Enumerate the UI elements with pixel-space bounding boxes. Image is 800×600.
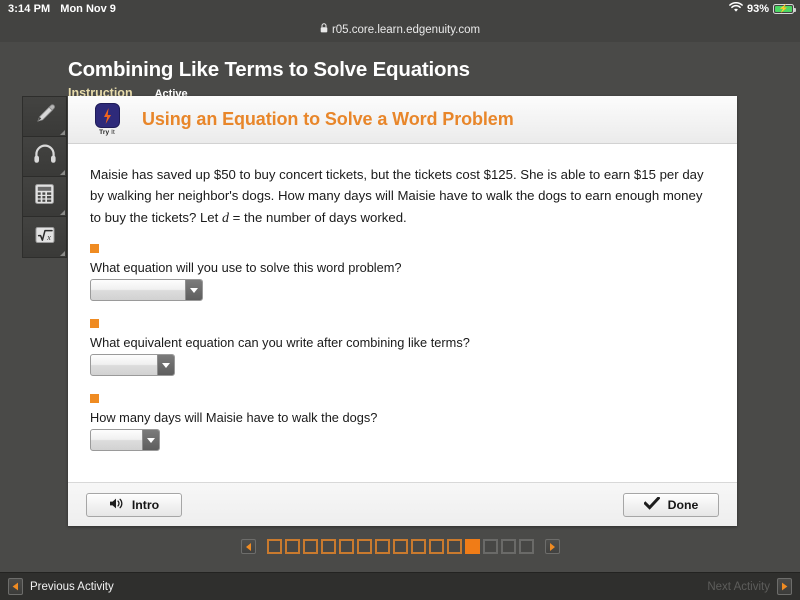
card-header: Try It Using an Equation to Solve a Word… [68, 96, 737, 144]
intro-button[interactable]: Intro [86, 492, 182, 517]
pager-step-current[interactable] [464, 539, 480, 554]
next-activity-button: Next Activity [707, 578, 792, 595]
pencil-icon [34, 103, 56, 130]
pager-prev-button[interactable] [240, 539, 256, 554]
speaker-icon [109, 497, 124, 513]
tool-calculator[interactable] [23, 177, 66, 217]
tool-rail: x [22, 96, 67, 258]
ios-status-bar: 3:14 PM Mon Nov 9 93% ⚡ [0, 0, 800, 17]
battery-percent: 93% [746, 2, 769, 15]
activity-nav-bar: Previous Activity Next Activity [0, 572, 800, 600]
pager-step[interactable] [428, 539, 444, 554]
pager-step-locked [518, 539, 534, 554]
card-body: Maisie has saved up $50 to buy concert t… [68, 144, 737, 482]
previous-activity-label: Previous Activity [30, 580, 114, 593]
tool-equation-editor[interactable]: x [23, 217, 66, 257]
url-text: r05.core.learn.edgenuity.com [331, 23, 481, 36]
next-activity-label: Next Activity [707, 580, 770, 593]
chevron-down-icon[interactable] [185, 280, 202, 301]
answer-dropdown-3-value [91, 430, 142, 450]
headphones-icon [33, 144, 57, 169]
pager-step[interactable] [392, 539, 408, 554]
answer-dropdown-2-value [91, 355, 157, 375]
status-date: Mon Nov 9 [60, 2, 116, 15]
pager-next-button[interactable] [544, 539, 560, 554]
pager-step[interactable] [284, 539, 300, 554]
question-label-2: What equivalent equation can you write a… [90, 335, 470, 351]
orange-bullet-icon [90, 394, 99, 404]
tool-headphones[interactable] [23, 137, 66, 177]
chevron-down-icon[interactable] [142, 430, 159, 451]
chevron-down-icon[interactable] [157, 355, 174, 376]
tool-pencil[interactable] [23, 97, 66, 137]
previous-activity-button[interactable]: Previous Activity [8, 578, 114, 595]
lock-icon [320, 23, 328, 36]
pager-step[interactable] [374, 539, 390, 554]
try-it-label: Try It [99, 129, 115, 136]
equation-editor-icon: x [34, 224, 56, 251]
orange-bullet-icon [90, 244, 99, 254]
pager-step[interactable] [338, 539, 354, 554]
card-heading: Using an Equation to Solve a Word Proble… [142, 109, 514, 129]
done-button[interactable]: Done [623, 492, 719, 517]
status-time: 3:14 PM [8, 2, 51, 15]
pager-step[interactable] [266, 539, 282, 554]
try-it-badge: Try It [90, 103, 124, 136]
question-block-3: How many days will Maisie have to walk t… [90, 394, 715, 455]
intro-button-label: Intro [131, 497, 160, 512]
done-button-label: Done [667, 497, 699, 512]
checkmark-icon [642, 495, 661, 513]
prompt-variable: d [221, 210, 229, 226]
calculator-icon [34, 183, 55, 210]
question-label-1: What equation will you use to solve this… [90, 260, 402, 276]
triangle-right-icon [777, 578, 792, 595]
pager-step[interactable] [356, 539, 372, 554]
pager-step[interactable] [320, 539, 336, 554]
pager-step-locked [500, 539, 516, 554]
triangle-left-icon [8, 578, 23, 595]
question-block-2: What equivalent equation can you write a… [90, 319, 715, 380]
prompt-part-2: = the number of days worked. [228, 209, 407, 225]
card-footer: Intro Done [68, 482, 737, 526]
browser-url-bar[interactable]: r05.core.learn.edgenuity.com [0, 17, 800, 42]
lightning-bolt-icon [94, 103, 120, 128]
answer-dropdown-1[interactable] [90, 279, 203, 302]
svg-text:x: x [46, 233, 51, 242]
lesson-content-card: Try It Using an Equation to Solve a Word… [68, 96, 737, 526]
status-right-cluster: 93% ⚡ [729, 0, 796, 17]
lesson-page: Combining Like Terms to Solve Equations … [0, 42, 800, 600]
question-label-3: How many days will Maisie have to walk t… [90, 410, 378, 426]
answer-dropdown-1-value [91, 280, 185, 300]
page-title: Combining Like Terms to Solve Equations [68, 58, 470, 81]
answer-dropdown-3[interactable] [90, 429, 160, 452]
question-block-1: What equation will you use to solve this… [90, 244, 715, 305]
answer-dropdown-2[interactable] [90, 354, 175, 377]
pager-step[interactable] [410, 539, 426, 554]
orange-bullet-icon [90, 319, 99, 329]
pager-step[interactable] [446, 539, 462, 554]
word-problem-text: Maisie has saved up $50 to buy concert t… [90, 164, 715, 230]
pager-step[interactable] [302, 539, 318, 554]
battery-charging-icon: ⚡ [773, 3, 796, 14]
pager-step-locked [482, 539, 498, 554]
wifi-icon [729, 1, 743, 16]
step-pagination [0, 539, 800, 554]
